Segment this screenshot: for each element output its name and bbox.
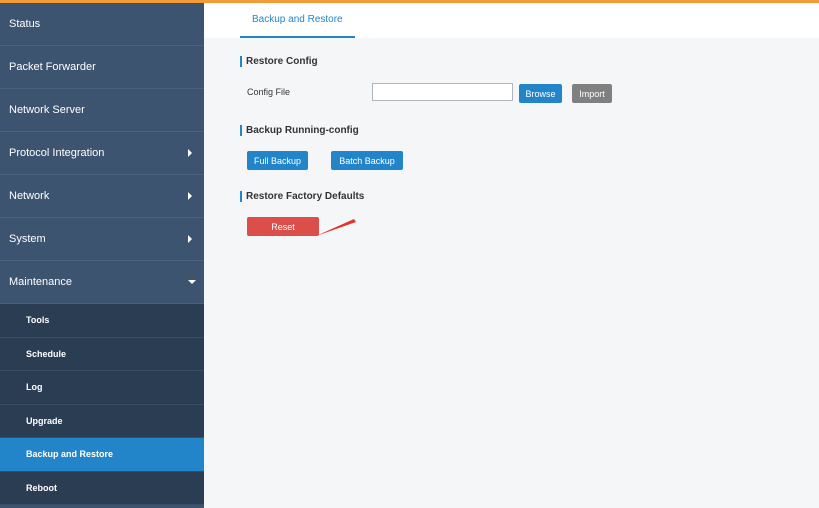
sidebar-item-packet-forwarder[interactable]: Packet Forwarder (0, 46, 204, 89)
sidebar-subitem-backup-and-restore[interactable]: Backup and Restore (0, 438, 204, 472)
full-backup-button[interactable]: Full Backup (247, 151, 308, 170)
config-file-input[interactable] (372, 83, 513, 101)
config-file-label: Config File (247, 87, 291, 97)
sidebar-subitem-label: Tools (26, 315, 50, 326)
sidebar-item-label: Status (9, 18, 41, 30)
maintenance-submenu: Tools Schedule Log Upgrade Backup and Re… (0, 304, 204, 505)
sidebar-subitem-label: Backup and Restore (26, 449, 114, 460)
annotation-arrow-icon (316, 219, 356, 236)
sidebar-item-network[interactable]: Network (0, 175, 204, 218)
sidebar-item-label: Network Server (9, 104, 85, 116)
sidebar-subitem-log[interactable]: Log (0, 371, 204, 405)
sidebar-item-network-server[interactable]: Network Server (0, 89, 204, 132)
sidebar-subitem-label: Log (26, 382, 43, 393)
section-title-backup-running-config: Backup Running-config (240, 125, 359, 136)
sidebar-subitem-tools[interactable]: Tools (0, 304, 204, 338)
chevron-right-icon (188, 192, 192, 200)
sidebar: Status Packet Forwarder Network Server P… (0, 3, 204, 508)
sidebar-item-label: Protocol Integration (9, 147, 105, 159)
sidebar-subitem-reboot[interactable]: Reboot (0, 472, 204, 505)
sidebar-subitem-label: Upgrade (26, 415, 63, 426)
sidebar-item-label: System (9, 233, 46, 245)
sidebar-subitem-label: Reboot (26, 482, 57, 493)
main-content: Backup and Restore Restore Config Config… (204, 3, 819, 508)
sidebar-item-label: Maintenance (9, 276, 72, 288)
batch-backup-button[interactable]: Batch Backup (331, 151, 403, 170)
tab-backup-and-restore[interactable]: Backup and Restore (240, 3, 355, 38)
sidebar-item-label: Packet Forwarder (9, 61, 96, 73)
reset-button[interactable]: Reset (247, 217, 319, 236)
chevron-right-icon (188, 235, 192, 243)
sidebar-item-protocol-integration[interactable]: Protocol Integration (0, 132, 204, 175)
sidebar-item-system[interactable]: System (0, 218, 204, 261)
chevron-right-icon (188, 149, 192, 157)
sidebar-subitem-schedule[interactable]: Schedule (0, 338, 204, 371)
browse-button[interactable]: Browse (519, 84, 562, 103)
sidebar-item-maintenance[interactable]: Maintenance (0, 261, 204, 304)
sidebar-item-status[interactable]: Status (0, 3, 204, 46)
import-button[interactable]: Import (572, 84, 612, 103)
sidebar-subitem-label: Schedule (26, 348, 67, 359)
chevron-down-icon (188, 280, 196, 284)
section-title-restore-config: Restore Config (240, 56, 318, 67)
section-title-restore-factory-defaults: Restore Factory Defaults (240, 191, 364, 202)
sidebar-subitem-upgrade[interactable]: Upgrade (0, 405, 204, 438)
sidebar-item-label: Network (9, 190, 50, 202)
tab-bar: Backup and Restore (204, 3, 819, 38)
